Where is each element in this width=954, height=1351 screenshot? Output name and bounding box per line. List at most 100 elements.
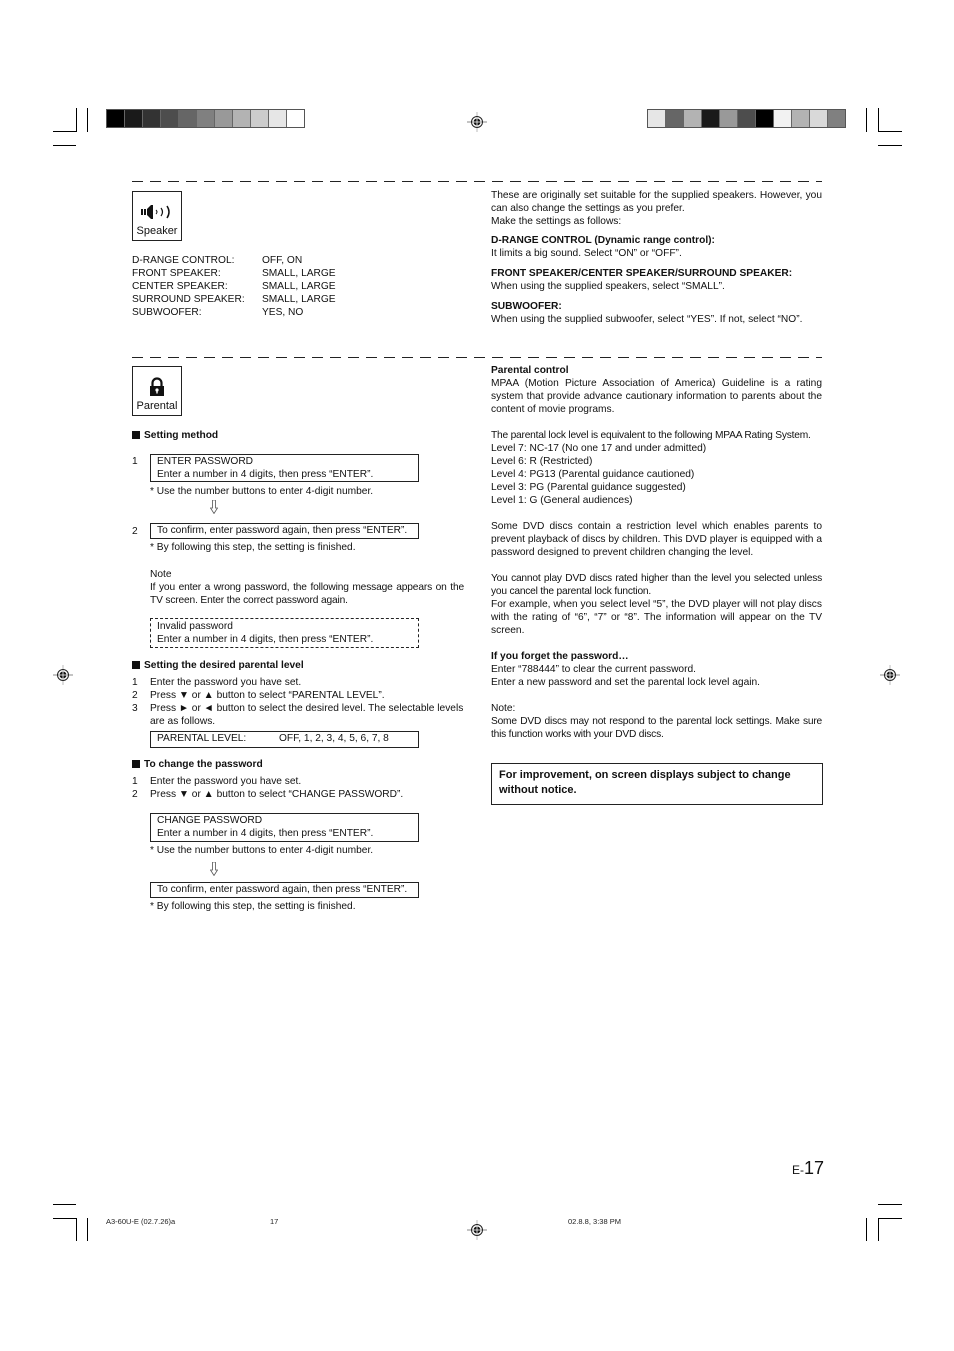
forget-password-line: Enter “788444” to clear the current pass… [491,664,696,675]
setting-value: SMALL, LARGE [262,268,336,279]
screen-text: Enter a number in 4 digits, then press “… [157,469,374,480]
color-swatch [738,110,756,127]
list-item: 1 Enter the password you have set. [132,676,464,689]
page-number-value: 17 [804,1158,825,1178]
setting-row: SURROUND SPEAKER: SMALL, LARGE [132,293,432,306]
note-text: Some DVD discs may not respond to the pa… [491,716,822,740]
setting-key: SURROUND SPEAKER: [132,294,245,305]
speakers-heading: FRONT SPEAKER/CENTER SPEAKER/SURROUND SP… [491,268,793,279]
change-password-heading: To change the password [132,758,263,771]
color-swatch [107,110,125,127]
list-item: 2 Press ▼ or ▲ button to select “PARENTAL… [132,689,464,702]
speaker-intro-2: Make the settings as follows: [491,216,622,227]
step-text: Enter the password you have set. [150,776,302,787]
rating-level: Level 6: R (Restricted) [491,456,593,467]
speaker-icon [141,205,170,219]
speaker-icon-box: Speaker [132,191,182,241]
color-swatch [792,110,810,127]
step-note: * Use the number buttons to enter 4-digi… [150,845,374,856]
setting-key: SUBWOOFER: [132,307,202,318]
registration-mark-icon [53,665,73,685]
rating-level: Level 7: NC-17 (No one 17 and under admi… [491,443,707,454]
setting-row: CENTER SPEAKER: SMALL, LARGE [132,280,432,293]
crop-mark [878,1218,902,1219]
list-item: 3 Press ► or ◄ button to select the desir… [132,702,464,728]
rating-level: Level 3: PG (Parental guidance suggested… [491,482,686,493]
arrow-down-icon [210,500,218,514]
step-note: * By following this step, the setting is… [150,901,356,912]
step-number: 1 [132,776,138,787]
parental-level-screen: PARENTAL LEVEL: OFF, 1, 2, 3, 4, 5, 6, 7… [150,731,419,748]
speaker-icon-label: Speaker [136,225,178,237]
lock-icon [150,377,164,396]
drange-text: It limits a big sound. Select “ON” or “O… [491,248,682,259]
crop-mark [866,1218,867,1241]
note-label: Note [150,569,172,580]
subwoofer-heading: SUBWOOFER: [491,301,562,312]
color-swatch [251,110,269,127]
color-swatch [720,110,738,127]
parental-control-info: Parental control MPAA (Motion Picture As… [491,364,822,741]
parental-icon-label: Parental [136,400,178,412]
registration-mark-icon [880,665,900,685]
screen-text: Enter a number in 4 digits, then press “… [157,634,374,645]
setting-key: CENTER SPEAKER: [132,281,228,292]
subwoofer-text: When using the supplied subwoofer, selec… [491,314,803,325]
restriction-text: Some DVD discs contain a restriction lev… [491,521,822,558]
desired-level-steps: 1 Enter the password you have set. 2 Press… [132,676,464,728]
cannot-play-text: You cannot play DVD discs rated higher t… [491,573,822,597]
crop-mark [878,131,902,132]
heading-text: Setting the desired parental level [144,660,304,671]
crop-mark [878,108,879,132]
crop-mark [53,131,76,132]
setting-method-heading: Setting method [132,429,218,442]
color-swatch [197,110,215,127]
rating-level: Level 1: G (General audiences) [491,495,633,506]
color-swatch [756,110,774,127]
heading-text: To change the password [144,759,263,770]
step-text: Press ▼ or ▲ button to select “CHANGE PA… [150,789,404,800]
page-number: E-17 [792,1158,824,1180]
speaker-intro: These are originally set suitable for th… [491,190,822,214]
step-text: Press ▼ or ▲ button to select “PARENTAL … [150,690,385,701]
crop-mark [866,108,867,132]
color-swatch [215,110,233,127]
crop-mark [53,1218,76,1219]
step-number: 2 [132,789,138,800]
crop-mark [878,1204,902,1205]
step-number: 2 [132,526,138,537]
step-note: * Use the number buttons to enter 4-digi… [150,486,374,497]
parental-icon-box: Parental [132,366,182,416]
speaker-settings-table: D-RANGE CONTROL: OFF, ON FRONT SPEAKER: SM… [132,254,432,319]
enter-password-screen: ENTER PASSWORD Enter a number in 4 digit… [150,454,419,482]
step-number: 1 [132,677,138,688]
crop-mark [87,1218,88,1241]
list-item: 1 Enter the password you have set. [132,775,464,788]
section-divider [132,181,822,183]
color-swatch [666,110,684,127]
screen-title: CHANGE PASSWORD [157,815,263,826]
color-swatch [269,110,287,127]
change-password-screen: CHANGE PASSWORD Enter a number in 4 digi… [150,813,419,842]
confirm-password-screen: To confirm, enter password again, then p… [150,882,419,898]
setting-value: SMALL, LARGE [262,281,336,292]
setting-key: FRONT SPEAKER: [132,268,221,279]
note-label: Note: [491,703,516,714]
setting-value: OFF, ON [262,255,303,266]
color-swatch [143,110,161,127]
equivalence-text: The parental lock level is equivalent to… [491,430,811,441]
setting-value: SMALL, LARGE [262,294,336,305]
setting-row: FRONT SPEAKER: SMALL, LARGE [132,267,432,280]
arrow-down-icon [210,862,218,876]
crop-mark [53,1204,76,1205]
note-text: If you enter a wrong password, the follo… [150,582,464,606]
color-swatch [648,110,666,127]
setting-row: SUBWOOFER: YES, NO [132,306,432,319]
color-swatch [179,110,197,127]
setting-value: YES, NO [262,307,304,318]
change-password-steps: 1 Enter the password you have set. 2 Press… [132,775,464,801]
forget-password-line: Enter a new password and set the parenta… [491,677,760,688]
color-swatch [233,110,251,127]
color-swatch [702,110,720,127]
footer-page: 17 [270,1217,279,1226]
